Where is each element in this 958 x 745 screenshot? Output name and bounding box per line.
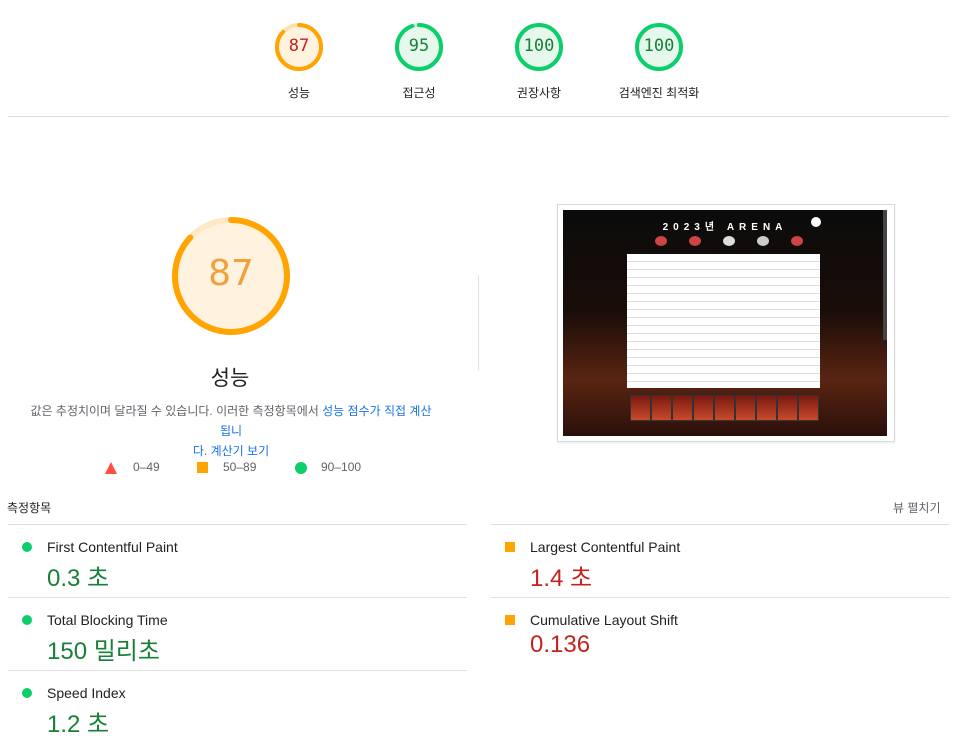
gauge-score: 100 (643, 36, 675, 56)
legend-range: 0–49 (133, 460, 160, 474)
thumbnail (693, 395, 714, 421)
metric-lcp: Largest Contentful Paint 1.4 초 (491, 524, 950, 598)
gauge-label: 접근성 (402, 86, 436, 100)
expand-view-toggle[interactable]: 뷰 펼치기 (893, 499, 941, 516)
desc-text: . (203, 444, 211, 458)
performance-description: 값은 추정치이며 달라질 수 있습니다. 이러한 측정항목에서 성능 점수가 직… (25, 401, 437, 461)
metric-name: First Contentful Paint (47, 539, 178, 555)
thumbnail (714, 395, 735, 421)
divider (8, 116, 950, 117)
gauge-score: 100 (523, 36, 555, 56)
thumbnail (672, 395, 693, 421)
category-gauges: 87 성능 95 접근성 100 권장사항 100 검색엔진 최적화 (0, 0, 958, 117)
gauge-label: 성능 (287, 86, 311, 100)
roster-table-image (627, 254, 820, 388)
metric-name: Total Blocking Time (47, 612, 168, 628)
gauge-score: 95 (408, 36, 430, 56)
metric-value: 150 밀리초 (47, 638, 160, 665)
team-logo-icon (723, 236, 735, 246)
legend-range: 50–89 (223, 460, 257, 474)
team-logo-icon (655, 236, 667, 246)
metric-fcp: First Contentful Paint 0.3 초 (8, 524, 467, 598)
circle-icon (22, 542, 32, 552)
gauge-best-practices[interactable]: 100 권장사항 (479, 22, 599, 101)
circle-icon (22, 615, 32, 625)
vertical-divider (478, 275, 479, 370)
square-icon (197, 462, 208, 473)
performance-score: 87 (208, 253, 254, 294)
team-logo-icon (689, 236, 701, 246)
close-icon (811, 217, 821, 227)
score-calc-link-cont[interactable]: 다 (193, 444, 204, 458)
screenshot-scrollbar (883, 210, 887, 340)
circle-icon (295, 462, 307, 474)
desc-text: 값은 추정치이며 달라질 수 있습니다. 이러한 측정항목에서 (30, 404, 323, 418)
gauge-score: 87 (288, 36, 310, 56)
metric-name: Speed Index (47, 685, 126, 701)
team-logo-icon (791, 236, 803, 246)
screenshot-image: 2023년 ARENA (563, 210, 887, 436)
circle-icon (22, 688, 32, 698)
metric-name: Cumulative Layout Shift (530, 612, 678, 628)
view-calculator-link[interactable]: 계산기 보기 (211, 444, 270, 458)
thumbnail (630, 395, 651, 421)
gauge-label: 검색엔진 최적화 (618, 86, 700, 100)
team-logos (653, 236, 813, 254)
thumbnail (735, 395, 756, 421)
thumbnail (756, 395, 777, 421)
gauge-performance[interactable]: 87 성능 (239, 22, 359, 101)
performance-title: 성능 (210, 367, 250, 390)
thumbnail (651, 395, 672, 421)
thumbnail (777, 395, 798, 421)
team-logo-icon (757, 236, 769, 246)
gauge-label: 권장사항 (516, 86, 562, 100)
metric-cls: Cumulative Layout Shift 0.136 (491, 597, 950, 671)
thumbnail (798, 395, 819, 421)
metric-value: 0.3 초 (47, 565, 110, 592)
metric-speed-index: Speed Index 1.2 초 (8, 670, 467, 744)
gauge-seo[interactable]: 100 검색엔진 최적화 (599, 22, 719, 101)
metric-value: 0.136 (530, 631, 591, 658)
legend-range: 90–100 (321, 460, 362, 474)
metric-value: 1.4 초 (530, 565, 593, 592)
triangle-icon (105, 462, 117, 474)
gauge-accessibility[interactable]: 95 접근성 (359, 22, 479, 101)
metrics-header: 측정항목 (7, 501, 52, 515)
square-icon (505, 615, 515, 625)
screenshot-title: 2023년 ARENA (662, 222, 788, 233)
metric-name: Largest Contentful Paint (530, 539, 681, 555)
performance-gauge-large: 87 (170, 215, 292, 337)
square-icon (505, 542, 515, 552)
metric-tbt: Total Blocking Time 150 밀리초 (8, 597, 467, 671)
player-thumbnails (630, 395, 820, 421)
final-screenshot[interactable]: 2023년 ARENA (557, 204, 895, 442)
metric-value: 1.2 초 (47, 711, 110, 738)
